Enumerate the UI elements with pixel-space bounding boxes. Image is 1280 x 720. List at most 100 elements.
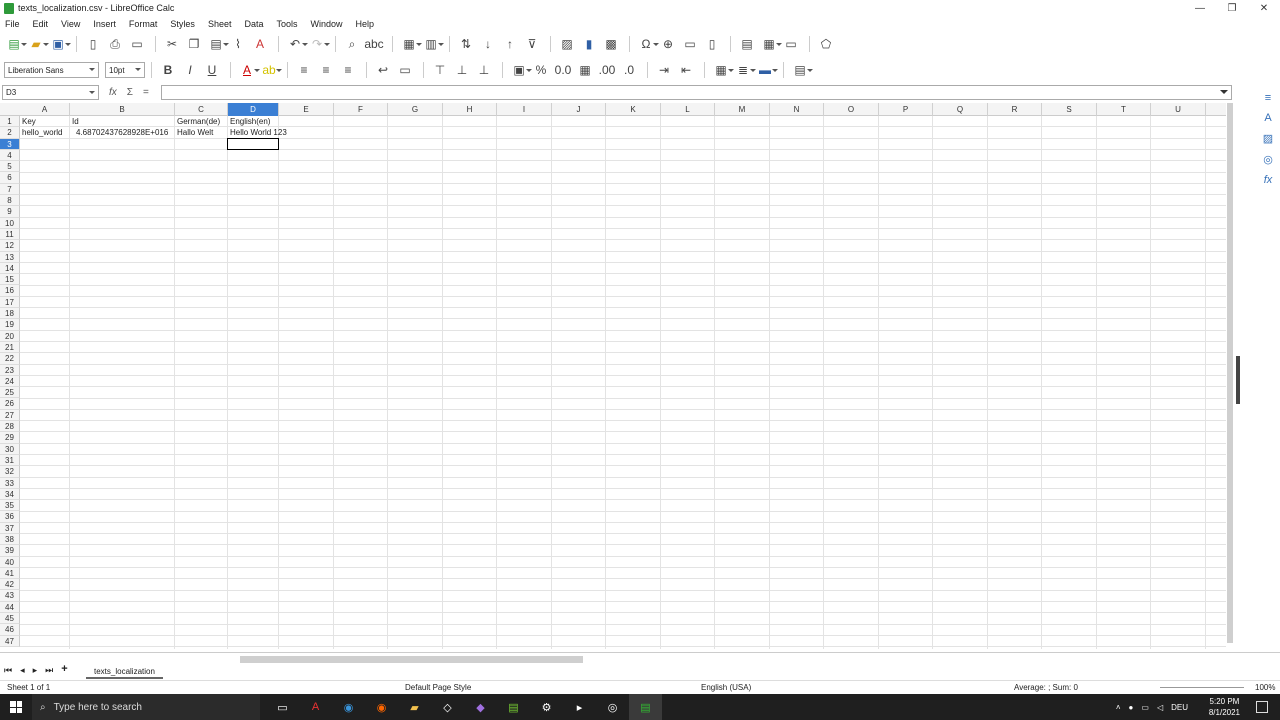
- menu-help[interactable]: Help: [356, 19, 375, 29]
- vertical-scrollbar[interactable]: [1226, 103, 1234, 649]
- gallery-icon[interactable]: ▨: [1263, 132, 1273, 145]
- row-header-29[interactable]: 29: [0, 432, 20, 444]
- cell-c2[interactable]: Hallo Welt: [175, 127, 228, 138]
- special-character-icon[interactable]: Ω: [636, 35, 659, 53]
- row-header-22[interactable]: 22: [0, 353, 20, 365]
- language[interactable]: English (USA): [701, 683, 751, 692]
- menu-data[interactable]: Data: [244, 19, 263, 29]
- row-header-26[interactable]: 26: [0, 398, 20, 410]
- define-print-area-icon[interactable]: ▤: [737, 35, 757, 53]
- align-bottom-icon[interactable]: ⊥: [474, 61, 494, 79]
- row-header-25[interactable]: 25: [0, 387, 20, 399]
- row-header-46[interactable]: 46: [0, 624, 20, 636]
- volume-icon[interactable]: ◁: [1157, 703, 1163, 712]
- cell-cursor[interactable]: [227, 137, 279, 150]
- column-header-e[interactable]: E: [279, 103, 334, 116]
- formula-icon[interactable]: =: [143, 87, 149, 98]
- autofilter-icon[interactable]: ⊽: [522, 35, 542, 53]
- font-name-select[interactable]: Liberation Sans: [4, 62, 99, 78]
- cell-a2[interactable]: hello_world: [20, 127, 70, 138]
- function-wizard-icon[interactable]: fx: [109, 87, 117, 98]
- add-sheet-icon[interactable]: +: [61, 663, 67, 676]
- edge-icon[interactable]: ◉: [332, 694, 365, 720]
- row-header-5[interactable]: 5: [0, 161, 20, 173]
- merge-cells-icon[interactable]: ▭: [395, 61, 415, 79]
- spreadsheet-grid[interactable]: ABCDEFGHIJKLMNOPQRSTU 1 2 3 4 5 6 7 8 9 10 11 12 13 1…: [0, 103, 1226, 649]
- sort-icon[interactable]: ⇅: [456, 35, 476, 53]
- zoom-slider[interactable]: [1160, 687, 1244, 688]
- border-color-icon[interactable]: ▬: [755, 61, 778, 79]
- row-header-16[interactable]: 16: [0, 285, 20, 297]
- row-icon[interactable]: ▦: [399, 35, 422, 53]
- row-header-2[interactable]: 2: [0, 127, 20, 139]
- row-header-40[interactable]: 40: [0, 556, 20, 568]
- sort-descending-icon[interactable]: ↑: [500, 35, 520, 53]
- undo-icon[interactable]: ↶: [285, 35, 308, 53]
- row-header-42[interactable]: 42: [0, 579, 20, 591]
- copy-icon[interactable]: ❐: [184, 35, 204, 53]
- row-header-8[interactable]: 8: [0, 195, 20, 207]
- notification-icon[interactable]: [1256, 701, 1268, 713]
- show-draw-functions-icon[interactable]: ⬠: [816, 35, 836, 53]
- row-header-3[interactable]: 3: [0, 138, 20, 150]
- row-header-17[interactable]: 17: [0, 296, 20, 309]
- column-header-c[interactable]: C: [175, 103, 228, 116]
- column-header-t[interactable]: T: [1097, 103, 1151, 116]
- row-header-14[interactable]: 14: [0, 262, 20, 275]
- row-header-47[interactable]: 47: [0, 635, 20, 647]
- file-explorer-icon[interactable]: ▰: [398, 694, 431, 720]
- column-header-k[interactable]: K: [606, 103, 661, 116]
- row-header-38[interactable]: 38: [0, 533, 20, 546]
- row-header-33[interactable]: 33: [0, 477, 20, 489]
- open-folder-icon[interactable]: ▰: [26, 35, 49, 53]
- bold-icon[interactable]: B: [158, 61, 178, 79]
- row-header-13[interactable]: 13: [0, 251, 20, 263]
- find-replace-icon[interactable]: ⌕: [342, 35, 362, 53]
- border-style-icon[interactable]: ≣: [733, 61, 756, 79]
- spelling-icon[interactable]: abc: [364, 35, 384, 53]
- previous-sheet-icon[interactable]: ◂: [20, 665, 25, 676]
- notepad-icon[interactable]: ▤: [497, 694, 530, 720]
- last-sheet-icon[interactable]: ⏭: [45, 665, 53, 676]
- cell-b2[interactable]: 4.68702437628928E+016: [70, 127, 175, 138]
- row-header-1[interactable]: 1: [0, 116, 20, 128]
- zoom-level[interactable]: 100%: [1255, 683, 1275, 692]
- sheet-tab[interactable]: texts_localization: [86, 665, 163, 679]
- column-icon[interactable]: ▥: [421, 35, 444, 53]
- cell-b1[interactable]: Id: [70, 116, 175, 127]
- terminal-icon[interactable]: ▸: [563, 694, 596, 720]
- row-header-12[interactable]: 12: [0, 240, 20, 252]
- row-header-7[interactable]: 7: [0, 183, 20, 196]
- menu-window[interactable]: Window: [311, 19, 343, 29]
- row-header-35[interactable]: 35: [0, 500, 20, 512]
- align-top-icon[interactable]: ⊤: [430, 61, 450, 79]
- insert-chart-icon[interactable]: ▮: [579, 35, 599, 53]
- row-header-37[interactable]: 37: [0, 522, 20, 534]
- menu-edit[interactable]: Edit: [33, 19, 49, 29]
- align-right-icon[interactable]: ≡: [338, 61, 358, 79]
- delete-decimal-icon[interactable]: .0: [619, 61, 639, 79]
- clear-formatting-icon[interactable]: A: [250, 35, 270, 53]
- insert-image-icon[interactable]: ▨: [557, 35, 577, 53]
- column-header-g[interactable]: G: [388, 103, 443, 116]
- format-number-icon[interactable]: 0.0: [553, 61, 573, 79]
- column-header-d[interactable]: D: [228, 103, 279, 116]
- clone-formatting-icon[interactable]: ⌇: [228, 35, 248, 53]
- row-header-44[interactable]: 44: [0, 601, 20, 614]
- row-header-30[interactable]: 30: [0, 443, 20, 455]
- formula-input[interactable]: [160, 85, 1232, 100]
- settings-icon[interactable]: ⚙: [530, 694, 563, 720]
- format-percent-icon[interactable]: %: [531, 61, 551, 79]
- menu-file[interactable]: File: [5, 19, 20, 29]
- row-header-39[interactable]: 39: [0, 545, 20, 557]
- font-size-select[interactable]: 10pt: [105, 62, 145, 78]
- horizontal-scrollbar-thumb[interactable]: [240, 656, 583, 663]
- column-header-f[interactable]: F: [334, 103, 388, 116]
- split-window-icon[interactable]: ▭: [781, 35, 801, 53]
- hyperlink-icon[interactable]: ⊕: [658, 35, 678, 53]
- column-header-r[interactable]: R: [988, 103, 1042, 116]
- align-center-icon[interactable]: ≡: [316, 61, 336, 79]
- paste-icon[interactable]: ▤: [206, 35, 229, 53]
- row-header-19[interactable]: 19: [0, 319, 20, 331]
- sum-icon[interactable]: Σ: [127, 87, 133, 98]
